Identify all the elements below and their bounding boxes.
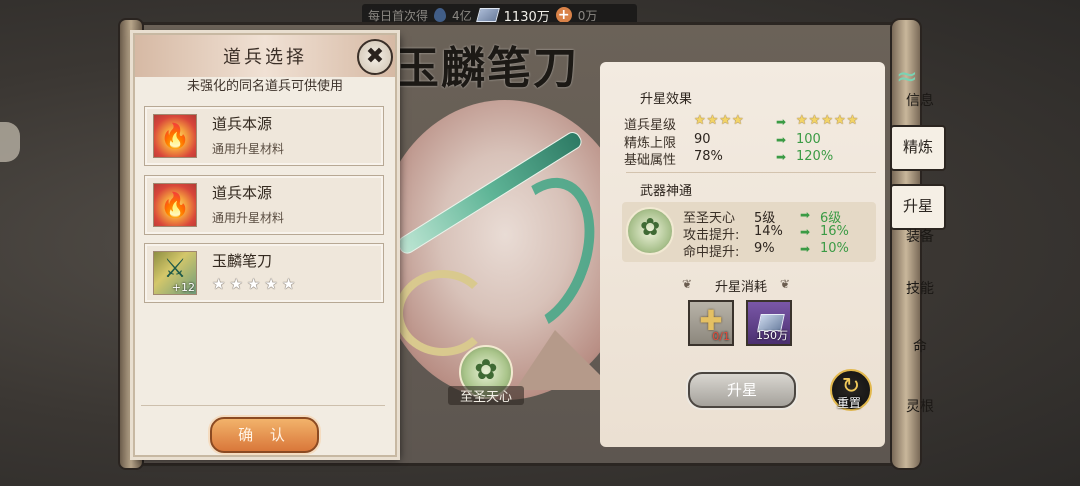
star-icon: ★ [808, 113, 821, 128]
tab-info-label: 信息 [906, 93, 934, 109]
confirm-button[interactable]: 确 认 [210, 417, 319, 453]
tab-life-label: 命 [913, 339, 927, 355]
attack-boost-next: 16% [820, 224, 849, 239]
star-icon: ★ [246, 275, 261, 293]
tab-refine[interactable]: 精炼 [890, 125, 946, 171]
side-ornament [0, 122, 20, 162]
cost-count: 0/1 [712, 330, 730, 343]
divider [141, 405, 385, 406]
next-stars: ★ ★ ★ ★ ★ [796, 113, 858, 128]
weapon-ring-art [395, 270, 491, 356]
tab-info[interactable]: 信息 [898, 90, 942, 110]
attack-boost-current: 14% [754, 224, 783, 239]
tab-refine-label: 精炼 [902, 138, 933, 156]
close-button[interactable]: ✖ [357, 39, 393, 75]
star-icon: ★ [264, 275, 278, 293]
upstar-effect-title: 升星效果 [640, 92, 693, 107]
silver-ingot-icon [475, 8, 500, 22]
tab-equip[interactable]: 装备 [898, 226, 942, 246]
star-icon: ★ [229, 275, 243, 293]
refine-cap-current: 90 [694, 132, 711, 147]
star-icon: ★ [846, 113, 859, 128]
fire-essence-icon [153, 183, 197, 227]
tab-equip-label: 装备 [906, 229, 934, 245]
upgrade-info-panel: 升星效果 道兵星级 ★ ★ ★ ★ ➡ ★ ★ ★ ★ ★ 精炼上限 90 ➡ 100 基础属… [600, 62, 885, 447]
item-desc: 通用升星材料 [212, 142, 285, 156]
weapon-skill-name: 至圣天心 [448, 386, 524, 405]
base-attr-next: 120% [796, 149, 834, 164]
item-level: +12 [171, 281, 195, 294]
base-attr-label: 基础属性 [624, 153, 677, 168]
reset-label: 重置 [836, 396, 861, 410]
star-icon: ★ [281, 275, 296, 293]
dialog-subtitle: 未强化的同名道兵可供使用 [186, 79, 343, 94]
jade-blade-icon: +12 [153, 251, 197, 295]
star-icon: ★ [212, 275, 226, 293]
daily-first-label: 每日首次得 [368, 8, 429, 23]
list-item[interactable]: +12 玉麟笔刀 ★ ★ ★ ★ ★ [144, 243, 384, 303]
arrow-right-icon: ➡ [776, 150, 787, 164]
hit-boost-next: 10% [820, 241, 849, 256]
current-stars: ★ ★ ★ ★ [694, 113, 744, 128]
cost-item-gold-plus[interactable]: 0/1 [688, 300, 734, 346]
coin-count: 0万 [577, 8, 598, 23]
arrow-right-icon: ➡ [776, 115, 787, 129]
cloud-ornament-icon: ≈ [896, 62, 918, 92]
fire-essence-icon [153, 114, 197, 158]
star-icon: ★ [719, 113, 731, 128]
tab-upstar-label: 升星 [902, 197, 933, 215]
divider [626, 172, 876, 173]
cost-count: 150万 [756, 329, 788, 342]
base-attr-current: 78% [694, 149, 723, 164]
star-icon: ★ [821, 113, 833, 128]
item-desc: 通用升星材料 [212, 211, 285, 225]
tab-root-label: 灵根 [906, 399, 934, 415]
hit-boost-current: 9% [754, 241, 775, 256]
item-stars: ★ ★ ★ ★ ★ [212, 275, 295, 293]
ornament-left-icon: ❦ [682, 277, 693, 291]
star-icon: ★ [694, 113, 706, 128]
tab-life[interactable]: 命 [898, 336, 942, 356]
dialog-title: 道兵选择 [223, 47, 307, 68]
weapon-title: 玉麟笔刀 [395, 43, 579, 94]
cost-item-silver-ingot[interactable]: 150万 [746, 300, 792, 346]
star-icon: ★ [706, 113, 719, 128]
skill-flower-icon [626, 207, 674, 255]
list-item[interactable]: 道兵本源 通用升星材料 [144, 175, 384, 235]
weapon-skill-title: 武器神通 [640, 184, 693, 199]
tab-upstar[interactable]: 升星 [890, 184, 946, 230]
refine-cap-next: 100 [796, 132, 821, 147]
item-name: 玉麟笔刀 [212, 252, 273, 270]
star-icon: ★ [833, 113, 846, 128]
cost-title: 升星消耗 [715, 280, 768, 295]
tab-skill[interactable]: 技能 [898, 278, 942, 298]
star-icon: ★ [796, 113, 808, 128]
ornament-right-icon: ❦ [780, 277, 791, 291]
list-item[interactable]: 道兵本源 通用升星材料 [144, 106, 384, 166]
add-currency-icon[interactable]: + [555, 7, 572, 23]
tab-skill-label: 技能 [906, 281, 934, 297]
arrow-right-icon: ➡ [800, 242, 811, 256]
tab-root[interactable]: 灵根 [898, 396, 942, 416]
star-icon: ★ [731, 113, 744, 128]
item-name: 道兵本源 [212, 184, 273, 202]
weapon-select-dialog: 道兵选择 ✖ 未强化的同名道兵可供使用 道兵本源 通用升星材料 道兵本源 通用升… [133, 33, 397, 457]
arrow-right-icon: ➡ [800, 225, 811, 239]
hit-boost-label: 命中提升: [683, 245, 740, 260]
gem-count: 4亿 [452, 8, 472, 23]
upstar-button[interactable]: 升星 [688, 372, 796, 408]
star-level-label: 道兵星级 [624, 118, 677, 133]
arrow-right-icon: ➡ [800, 208, 811, 222]
item-name: 道兵本源 [212, 115, 273, 133]
arrow-right-icon: ➡ [776, 133, 787, 147]
gem-icon [434, 8, 447, 22]
